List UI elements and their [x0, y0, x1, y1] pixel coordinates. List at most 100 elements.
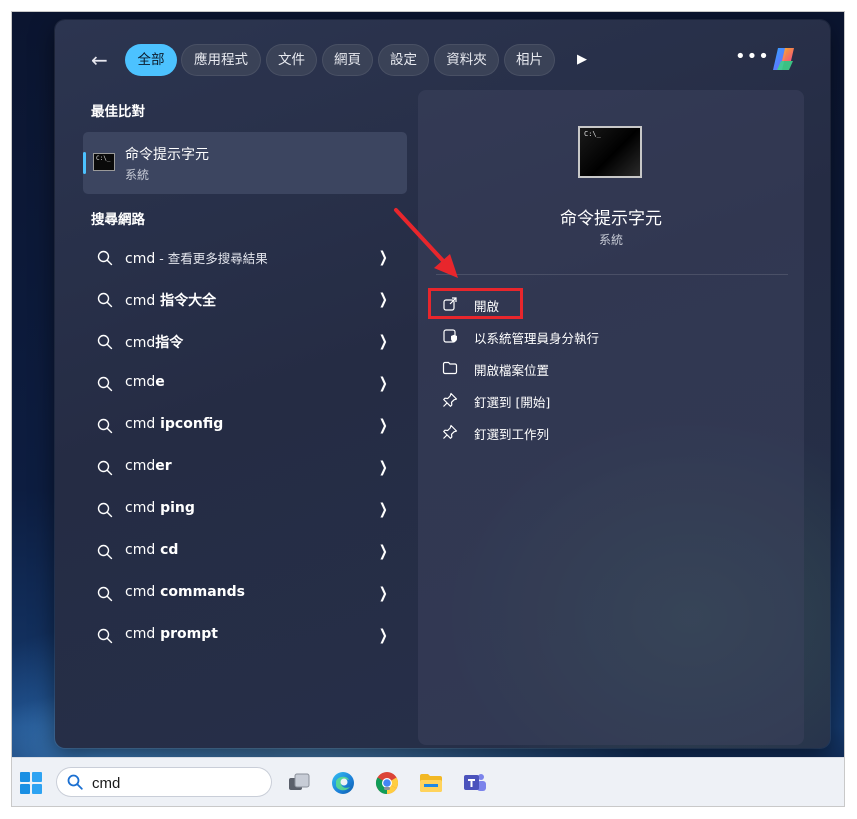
query-suggestion: er [155, 458, 172, 474]
web-search-query: cmd cd [125, 542, 178, 558]
command-prompt-icon: C:\_ [93, 153, 115, 171]
taskbar-search-box[interactable] [56, 767, 272, 797]
search-icon [97, 376, 113, 392]
web-search-item[interactable]: cmd - 查看更多搜尋結果 ❯ [83, 238, 407, 278]
edge-icon[interactable] [330, 770, 356, 796]
action-run-as-admin-label: 以系統管理員身分執行 [474, 331, 600, 346]
query-suggestion: prompt [155, 626, 218, 642]
teams-icon[interactable] [462, 770, 488, 796]
chevron-right-icon[interactable]: ❯ [379, 542, 388, 560]
web-search-item[interactable]: cmder ❯ [83, 448, 407, 488]
copilot-icon[interactable] [769, 44, 799, 74]
back-arrow-icon[interactable]: ← [91, 50, 115, 70]
annotation-arrow-icon [394, 208, 458, 278]
web-search-query: cmd ping [125, 500, 195, 516]
web-search-item[interactable]: cmd prompt ❯ [83, 616, 407, 656]
query-prefix: cmd [125, 416, 156, 432]
web-search-item[interactable]: cmd commands ❯ [83, 574, 407, 614]
query-suggestion: 指令 [155, 335, 184, 351]
web-search-item[interactable]: cmde ❯ [83, 364, 407, 404]
preview-pane: C:\_ 命令提示字元 系統 開啟 以系統管理員身分執行 開啟檔案位置 釘選到 … [418, 90, 804, 745]
selection-indicator [83, 152, 86, 174]
web-search-query: cmd - 查看更多搜尋結果 [125, 248, 268, 267]
file-explorer-icon[interactable] [418, 770, 444, 796]
filter-chip-folders[interactable]: 資料夾 [434, 44, 499, 76]
preview-subtitle: 系統 [598, 233, 623, 247]
action-pin-to-taskbar-label: 釘選到工作列 [474, 427, 550, 442]
query-suggestion: commands [155, 584, 245, 600]
chevron-right-icon[interactable]: ❯ [379, 416, 388, 434]
query-suggestion: ping [155, 500, 195, 516]
query-suggestion: ipconfig [155, 416, 224, 432]
action-pin-to-start-label: 釘選到 [開始] [474, 395, 551, 410]
web-search-item[interactable]: cmd ping ❯ [83, 490, 407, 530]
filter-chip-all[interactable]: 全部 [125, 44, 177, 76]
windows-start-icon[interactable] [20, 772, 42, 794]
web-search-query: cmder [125, 458, 172, 474]
query-prefix: cmd [125, 500, 156, 516]
run-as-admin-icon [443, 329, 457, 343]
filter-chip-settings[interactable]: 設定 [378, 44, 429, 76]
filter-chip-photos[interactable]: 相片 [504, 44, 555, 76]
pin-icon [443, 392, 458, 407]
taskbar [12, 757, 844, 806]
web-search-query: cmd commands [125, 584, 245, 600]
web-search-query: cmde [125, 374, 165, 390]
web-search-heading: 搜尋網路 [91, 212, 145, 228]
search-icon [67, 774, 83, 790]
pin-icon [443, 424, 458, 439]
chrome-icon[interactable] [374, 770, 400, 796]
best-match-result[interactable]: C:\_ 命令提示字元 系統 [83, 132, 407, 194]
search-icon [97, 250, 113, 266]
start-search-panel: ← 全部 應用程式 文件 網頁 設定 資料夾 相片 ▶ ••• 最佳比對 C:\… [55, 20, 830, 748]
chevron-right-icon[interactable]: ❯ [379, 374, 388, 392]
query-hint: - 查看更多搜尋結果 [155, 251, 268, 266]
task-view-icon[interactable] [286, 770, 312, 796]
web-search-item[interactable]: cmd指令 ❯ [83, 322, 407, 362]
divider [436, 274, 788, 275]
search-icon [97, 628, 113, 644]
query-prefix: cmd [125, 335, 156, 351]
search-icon [97, 292, 113, 308]
command-prompt-large-icon: C:\_ [578, 126, 642, 178]
chevron-right-icon[interactable]: ❯ [379, 500, 388, 518]
chevron-right-icon[interactable]: ❯ [379, 332, 388, 350]
query-prefix: cmd [125, 626, 156, 642]
web-search-query: cmd 指令大全 [125, 290, 216, 310]
search-icon [97, 544, 113, 560]
folder-icon [442, 361, 458, 375]
more-options-icon[interactable]: ••• [735, 48, 769, 70]
query-prefix: cmd [125, 293, 156, 309]
web-search-item[interactable]: cmd cd ❯ [83, 532, 407, 572]
more-filters-play-icon[interactable]: ▶ [577, 51, 591, 69]
filter-chip-apps[interactable]: 應用程式 [181, 44, 261, 76]
running-indicator [384, 787, 390, 790]
action-open-file-location-label: 開啟檔案位置 [474, 363, 550, 378]
search-icon [97, 334, 113, 350]
web-search-query: cmd指令 [125, 332, 183, 352]
chevron-right-icon[interactable]: ❯ [379, 626, 388, 644]
search-icon [97, 418, 113, 434]
chevron-right-icon[interactable]: ❯ [379, 290, 388, 308]
filter-chip-web[interactable]: 網頁 [322, 44, 373, 76]
query-prefix: cmd [125, 542, 156, 558]
query-suggestion: cd [155, 542, 179, 558]
preview-title: 命令提示字元 [560, 209, 662, 229]
chevron-right-icon[interactable]: ❯ [379, 584, 388, 602]
query-prefix: cmd [125, 584, 156, 600]
web-search-item[interactable]: cmd 指令大全 ❯ [83, 280, 407, 320]
best-match-app-type: 系統 [125, 168, 150, 182]
annotation-highlight-box [428, 288, 523, 319]
query-prefix: cmd [125, 458, 156, 474]
chevron-right-icon[interactable]: ❯ [379, 458, 388, 476]
query-suggestion: e [155, 374, 165, 390]
query-suggestion: 指令大全 [155, 293, 217, 309]
query-prefix: cmd [125, 374, 156, 390]
filter-chip-documents[interactable]: 文件 [266, 44, 317, 76]
search-icon [97, 460, 113, 476]
web-search-item[interactable]: cmd ipconfig ❯ [83, 406, 407, 446]
search-icon [97, 502, 113, 518]
query-prefix: cmd [125, 251, 156, 267]
best-match-app-name: 命令提示字元 [125, 147, 209, 163]
taskbar-search-input[interactable] [90, 771, 264, 795]
